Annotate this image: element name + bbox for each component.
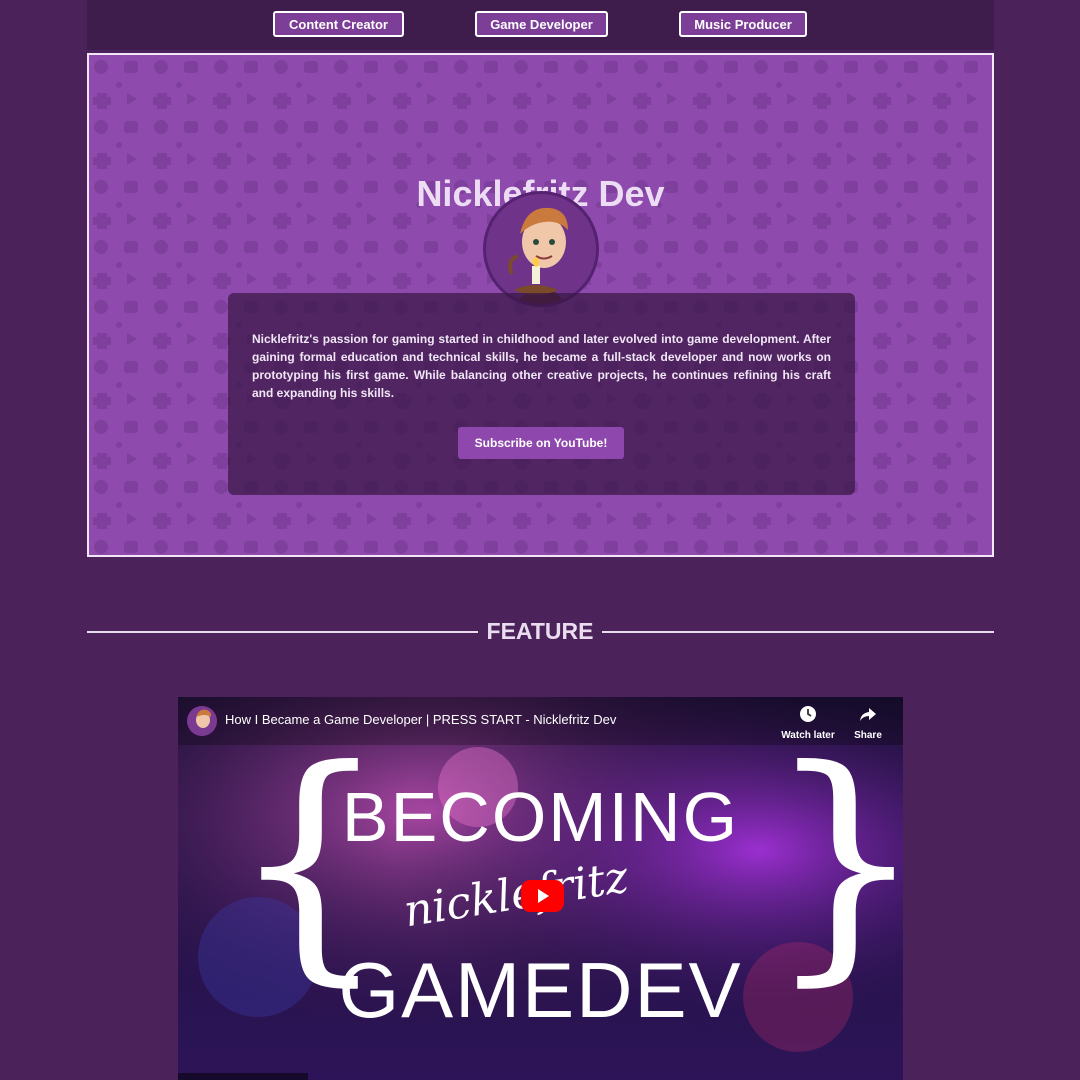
channel-avatar-image [187, 706, 217, 736]
watch-on-bar[interactable] [178, 1073, 308, 1080]
youtube-embed[interactable]: How I Became a Game Developer | PRESS ST… [178, 697, 903, 1080]
bio-text: Nicklefritz's passion for gaming started… [252, 332, 831, 400]
feature-divider-right [602, 631, 994, 633]
avatar-illustration [486, 194, 596, 304]
thumbnail-line-becoming: BECOMING [341, 778, 740, 856]
nav-game-developer-button[interactable]: Game Developer [475, 11, 608, 37]
avatar [483, 191, 599, 307]
hero-section: Nicklefritz Dev Nicklefritz's passion fo… [87, 53, 994, 557]
nav-content-creator-button[interactable]: Content Creator [273, 11, 404, 37]
youtube-play-icon [521, 880, 564, 912]
subscribe-youtube-button[interactable]: Subscribe on YouTube! [458, 427, 624, 459]
nav-music-producer-button[interactable]: Music Producer [679, 11, 807, 37]
play-button[interactable] [521, 880, 564, 912]
thumbnail-line-gamedev: GAMEDEV [338, 946, 743, 1034]
channel-avatar[interactable] [187, 706, 217, 736]
feature-heading: FEATURE [486, 618, 594, 644]
bio-card: Nicklefritz's passion for gaming started… [228, 293, 855, 495]
top-nav: Content Creator Game Developer Music Pro… [87, 0, 994, 50]
feature-divider-left [87, 631, 478, 633]
